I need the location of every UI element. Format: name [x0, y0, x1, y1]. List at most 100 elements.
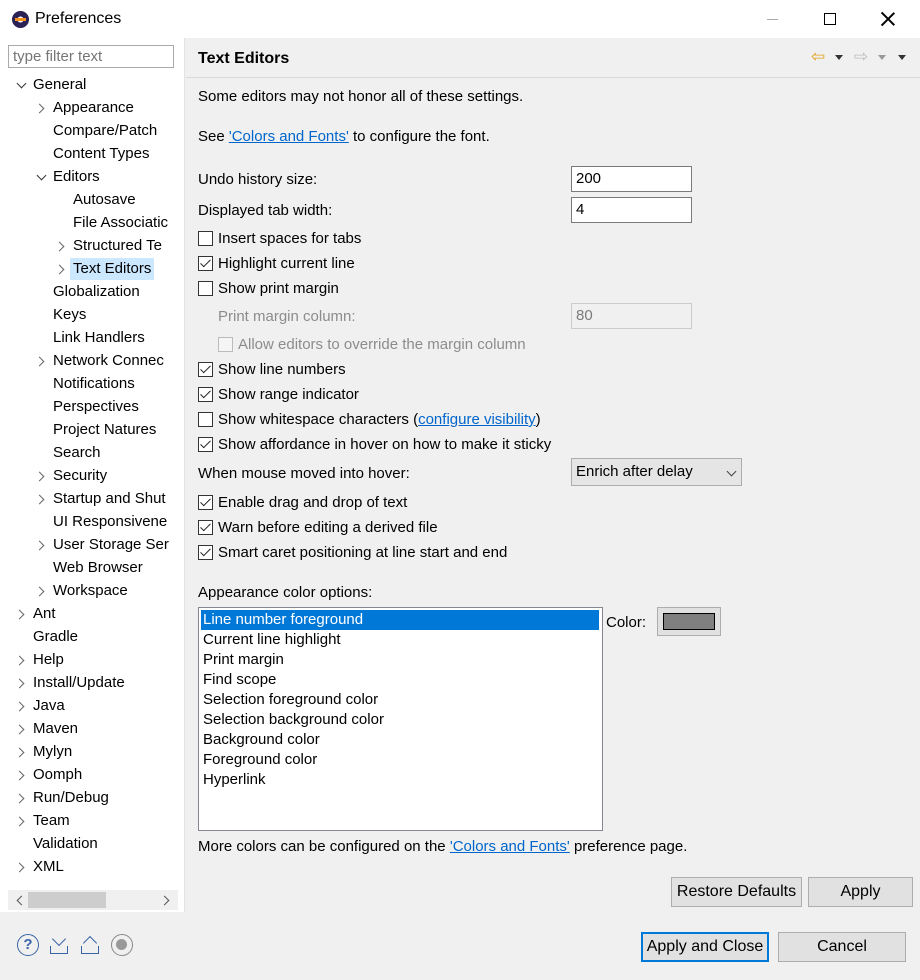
close-button[interactable]: [858, 0, 918, 38]
tree-item[interactable]: XML: [0, 856, 180, 878]
configure-visibility-link[interactable]: configure visibility: [418, 411, 536, 428]
apply-and-close-button[interactable]: Apply and Close: [641, 932, 769, 962]
tree-item[interactable]: Mylyn: [0, 741, 180, 763]
horizontal-scrollbar[interactable]: [8, 890, 178, 910]
tree-item[interactable]: Compare/Patch: [0, 120, 180, 142]
chevron-right-icon[interactable]: [15, 603, 27, 625]
chevron-right-icon[interactable]: [15, 856, 27, 878]
tree-item[interactable]: Install/Update: [0, 672, 180, 694]
range-indicator-checkbox[interactable]: [198, 387, 213, 402]
list-item[interactable]: Selection background color: [201, 710, 599, 730]
chevron-right-icon[interactable]: [15, 718, 27, 740]
tree-item[interactable]: Startup and Shut: [0, 488, 180, 510]
view-menu-icon[interactable]: [896, 47, 908, 67]
back-dropdown-icon[interactable]: [833, 47, 845, 67]
chevron-right-icon[interactable]: [35, 350, 47, 372]
chevron-right-icon[interactable]: [15, 810, 27, 832]
forward-arrow-icon[interactable]: ⇨: [851, 47, 871, 67]
tree-item[interactable]: UI Responsivene: [0, 511, 180, 533]
apply-button[interactable]: Apply: [808, 877, 913, 907]
minimize-button[interactable]: [742, 0, 802, 38]
chevron-right-icon[interactable]: [15, 649, 27, 671]
line-numbers-label[interactable]: Show line numbers: [218, 361, 346, 378]
chevron-right-icon[interactable]: [15, 695, 27, 717]
tree-item[interactable]: Security: [0, 465, 180, 487]
scroll-left-icon[interactable]: [10, 890, 30, 910]
chevron-right-icon[interactable]: [35, 534, 47, 556]
undo-history-input[interactable]: 200: [571, 166, 692, 192]
tree-item[interactable]: Content Types: [0, 143, 180, 165]
tree-item[interactable]: Appearance: [0, 97, 180, 119]
help-icon[interactable]: ?: [17, 934, 39, 956]
line-numbers-checkbox[interactable]: [198, 362, 213, 377]
chevron-right-icon[interactable]: [35, 488, 47, 510]
chevron-down-icon[interactable]: [15, 74, 27, 96]
tree-item[interactable]: Globalization: [0, 281, 180, 303]
tree-item[interactable]: Keys: [0, 304, 180, 326]
filter-input[interactable]: [8, 45, 174, 68]
list-item[interactable]: Find scope: [201, 670, 599, 690]
list-item[interactable]: Current line highlight: [201, 630, 599, 650]
list-item[interactable]: Foreground color: [201, 750, 599, 770]
chevron-right-icon[interactable]: [15, 764, 27, 786]
chevron-right-icon[interactable]: [35, 97, 47, 119]
smart-caret-label[interactable]: Smart caret positioning at line start an…: [218, 544, 507, 561]
affordance-label[interactable]: Show affordance in hover on how to make …: [218, 436, 551, 453]
chevron-right-icon[interactable]: [35, 580, 47, 602]
tree-item[interactable]: File Associatic: [0, 212, 180, 234]
list-item[interactable]: Background color: [201, 730, 599, 750]
tree-item[interactable]: General: [0, 74, 180, 96]
tree-item[interactable]: User Storage Ser: [0, 534, 180, 556]
chevron-right-icon[interactable]: [15, 787, 27, 809]
print-margin-checkbox[interactable]: [198, 281, 213, 296]
record-icon[interactable]: [111, 934, 133, 956]
back-arrow-icon[interactable]: ⇦: [808, 47, 828, 67]
chevron-right-icon[interactable]: [15, 741, 27, 763]
chevron-right-icon[interactable]: [55, 258, 67, 280]
tree-item[interactable]: Editors: [0, 166, 180, 188]
tree-item[interactable]: Project Natures: [0, 419, 180, 441]
tree-item[interactable]: Validation: [0, 833, 180, 855]
chevron-down-icon[interactable]: [35, 166, 47, 188]
warn-derived-label[interactable]: Warn before editing a derived file: [218, 519, 438, 536]
tree-item[interactable]: Web Browser: [0, 557, 180, 579]
cancel-button[interactable]: Cancel: [778, 932, 906, 962]
export-icon[interactable]: [79, 934, 101, 956]
color-picker-button[interactable]: [657, 607, 721, 636]
tab-width-input[interactable]: 4: [571, 197, 692, 223]
tree-item[interactable]: Autosave: [0, 189, 180, 211]
restore-defaults-button[interactable]: Restore Defaults: [671, 877, 802, 907]
warn-derived-checkbox[interactable]: [198, 520, 213, 535]
chevron-right-icon[interactable]: [15, 672, 27, 694]
maximize-button[interactable]: [800, 0, 860, 38]
insert-spaces-checkbox[interactable]: [198, 231, 213, 246]
list-item[interactable]: Line number foreground: [201, 610, 599, 630]
tree-item[interactable]: Ant: [0, 603, 180, 625]
print-margin-label[interactable]: Show print margin: [218, 280, 339, 297]
tree-item[interactable]: Run/Debug: [0, 787, 180, 809]
drag-drop-label[interactable]: Enable drag and drop of text: [218, 494, 407, 511]
range-indicator-label[interactable]: Show range indicator: [218, 386, 359, 403]
tree-item[interactable]: Structured Te: [0, 235, 180, 257]
highlight-line-checkbox[interactable]: [198, 256, 213, 271]
tree-item[interactable]: Java: [0, 695, 180, 717]
more-colors-link[interactable]: 'Colors and Fonts': [450, 838, 570, 855]
list-item[interactable]: Hyperlink: [201, 770, 599, 790]
colors-and-fonts-link[interactable]: 'Colors and Fonts': [229, 128, 349, 145]
chevron-right-icon[interactable]: [35, 465, 47, 487]
scrollbar-thumb[interactable]: [28, 892, 106, 908]
tree-item[interactable]: Gradle: [0, 626, 180, 648]
drag-drop-checkbox[interactable]: [198, 495, 213, 510]
tree-item[interactable]: Text Editors: [0, 258, 180, 280]
smart-caret-checkbox[interactable]: [198, 545, 213, 560]
list-item[interactable]: Print margin: [201, 650, 599, 670]
tree-item[interactable]: Perspectives: [0, 396, 180, 418]
list-item[interactable]: Selection foreground color: [201, 690, 599, 710]
chevron-right-icon[interactable]: [55, 235, 67, 257]
tree-item[interactable]: Help: [0, 649, 180, 671]
insert-spaces-label[interactable]: Insert spaces for tabs: [218, 230, 361, 247]
whitespace-label[interactable]: Show whitespace characters (configure vi…: [218, 411, 541, 428]
tree-item[interactable]: Workspace: [0, 580, 180, 602]
color-options-list[interactable]: Line number foreground Current line highl…: [198, 607, 603, 831]
tree-item[interactable]: Notifications: [0, 373, 180, 395]
